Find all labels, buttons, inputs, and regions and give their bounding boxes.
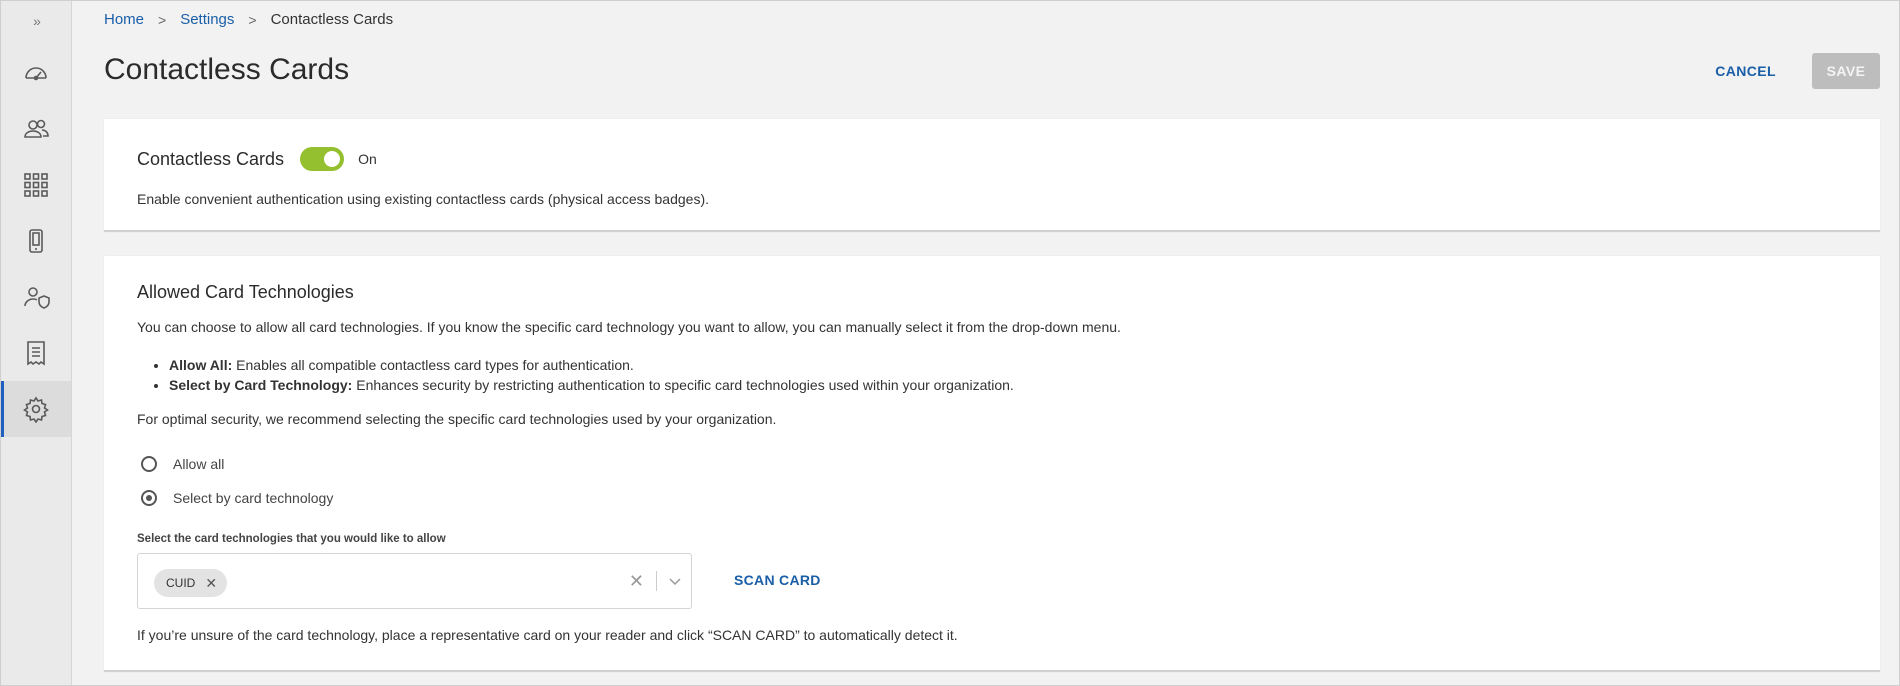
options-explanation-list: Allow All: Enables all compatible contac… — [169, 355, 1014, 395]
sidebar-nav — [1, 45, 71, 437]
toggle-state-label: On — [358, 151, 377, 167]
chip-label: CUID — [166, 576, 196, 590]
radio-button[interactable] — [141, 456, 157, 472]
section-intro: You can choose to allow all card technol… — [137, 319, 1121, 335]
scan-card-button[interactable]: SCAN CARD — [734, 572, 821, 588]
radio-label: Select by card technology — [173, 490, 334, 506]
sidebar-item-reports[interactable] — [1, 325, 71, 381]
sidebar-item-users[interactable] — [1, 101, 71, 157]
chevron-right-icon: > — [248, 11, 257, 28]
breadcrumb: Home > Settings > Contactless Cards — [104, 11, 393, 28]
mobile-device-icon — [29, 229, 43, 253]
users-icon — [24, 119, 49, 138]
sidebar-item-devices[interactable] — [1, 213, 71, 269]
grid-icon — [24, 173, 48, 197]
list-item-text: Enables all compatible contactless card … — [232, 357, 634, 373]
radio-label: Allow all — [173, 456, 225, 472]
sidebar-item-admins[interactable] — [1, 269, 71, 325]
radio-button[interactable] — [141, 490, 157, 506]
technology-select-label: Select the card technologies that you wo… — [137, 533, 446, 545]
section-title: Contactless Cards — [137, 148, 285, 169]
select-controls: ✕ — [629, 554, 681, 608]
sidebar-item-settings[interactable] — [1, 381, 71, 437]
list-item: Allow All: Enables all compatible contac… — [169, 355, 1014, 375]
allowed-technologies-card: Allowed Card Technologies You can choose… — [104, 256, 1880, 672]
sidebar-item-apps[interactable] — [1, 157, 71, 213]
page-title: Contactless Cards — [104, 53, 350, 86]
chip-remove-icon[interactable]: ✕ — [205, 575, 217, 592]
list-item: Select by Card Technology: Enhances secu… — [169, 375, 1014, 395]
radio-select-by-technology[interactable]: Select by card technology — [141, 490, 333, 506]
breadcrumb-settings-link[interactable]: Settings — [180, 11, 234, 28]
chevron-right-icon: > — [158, 11, 167, 28]
list-item-text: Enhances security by restricting authent… — [352, 377, 1014, 393]
breadcrumb-current: Contactless Cards — [270, 11, 394, 28]
contactless-toggle-row: Contactless Cards On — [137, 147, 377, 171]
contactless-toggle[interactable] — [300, 147, 345, 171]
chevron-down-icon[interactable] — [669, 575, 681, 587]
sidebar-item-dashboard[interactable] — [1, 45, 71, 101]
speedometer-icon — [25, 67, 47, 81]
breadcrumb-home-link[interactable]: Home — [104, 11, 144, 28]
report-icon — [27, 341, 45, 366]
cancel-button[interactable]: CANCEL — [1703, 55, 1788, 87]
list-item-term: Select by Card Technology: — [169, 377, 353, 393]
divider — [656, 571, 657, 591]
expand-sidebar-icon[interactable]: » — [1, 1, 71, 41]
scan-hint-text: If you’re unsure of the card technology,… — [137, 627, 958, 643]
section-title: Allowed Card Technologies — [137, 282, 354, 302]
app-window: » Home > Settings > Contactless Cards Co… — [0, 0, 1900, 686]
section-description: Enable convenient authentication using e… — [137, 191, 709, 207]
recommendation-text: For optimal security, we recommend selec… — [137, 411, 777, 427]
radio-allow-all[interactable]: Allow all — [141, 456, 224, 472]
selected-chip-cuid: CUID ✕ — [154, 569, 228, 597]
page-actions: CANCEL SAVE — [1703, 53, 1880, 89]
gear-icon — [23, 396, 49, 423]
clear-icon[interactable]: ✕ — [629, 571, 644, 592]
toggle-knob — [324, 151, 341, 167]
contactless-cards-card: Contactless Cards On Enable convenient a… — [104, 119, 1880, 232]
list-item-term: Allow All: — [169, 357, 233, 373]
user-shield-icon — [24, 287, 50, 309]
technology-multiselect[interactable]: CUID ✕ ✕ — [137, 553, 692, 609]
save-button[interactable]: SAVE — [1812, 53, 1880, 89]
sidebar: » — [1, 1, 72, 685]
